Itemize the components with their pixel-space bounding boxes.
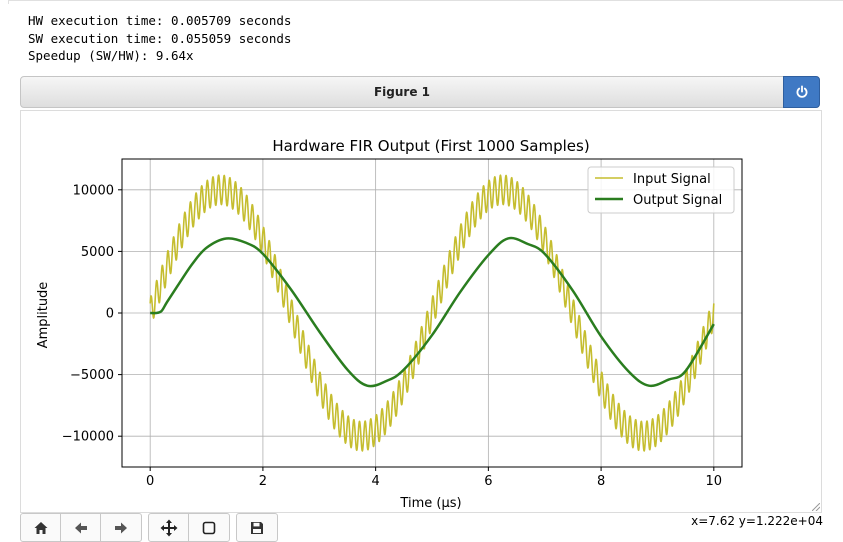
x-tick-label: 4	[371, 474, 379, 489]
chart-title: Hardware FIR Output (First 1000 Samples)	[272, 137, 589, 155]
legend-label-output: Output Signal	[633, 193, 722, 208]
console-output: HW execution time: 0.005709 seconds SW ex…	[28, 12, 291, 65]
power-icon	[796, 85, 807, 98]
y-tick-label: 10000	[73, 183, 114, 198]
zoom-button[interactable]	[189, 514, 229, 541]
close-figure-button[interactable]	[783, 76, 820, 108]
y-tick-label: −10000	[62, 430, 114, 445]
fir-output-chart: Hardware FIR Output (First 1000 Samples)…	[36, 137, 743, 511]
console-line: SW execution time: 0.055059 seconds	[28, 30, 292, 46]
cursor-coordinates: x=7.62 y=1.222e+04	[691, 514, 823, 528]
legend-label-input: Input Signal	[633, 172, 711, 187]
save-icon	[251, 522, 263, 534]
toolbar-group-save	[236, 513, 278, 542]
x-tick-label: 10	[706, 474, 723, 489]
home-icon	[34, 522, 47, 534]
zoom-rect-icon	[202, 521, 216, 535]
x-tick-label: 0	[146, 474, 154, 489]
x-tick-label: 6	[484, 474, 492, 489]
forward-button[interactable]	[101, 514, 141, 541]
figure-title: Figure 1	[373, 85, 431, 99]
back-arrow-icon	[74, 522, 87, 534]
figure-toolbar	[20, 513, 284, 542]
back-button[interactable]	[61, 514, 101, 541]
cell-border	[8, 0, 843, 4]
y-tick-label: 5000	[81, 245, 114, 260]
save-button[interactable]	[237, 514, 277, 541]
legend: Input Signal Output Signal	[587, 166, 735, 214]
console-line: HW execution time: 0.005709 seconds	[28, 13, 292, 28]
x-tick-label: 2	[259, 474, 267, 489]
pan-button[interactable]	[149, 514, 189, 541]
resize-handle[interactable]	[812, 503, 820, 511]
forward-arrow-icon	[115, 522, 127, 534]
y-axis-label: Amplitude	[36, 282, 51, 349]
console-line: Speedup (SW/HW): 9.64x	[28, 48, 194, 63]
move-icon	[160, 519, 177, 537]
y-tick-label: −5000	[70, 368, 114, 383]
ticks: 0 2 4 6 8 10 −10000 −5000 0 5000 10000	[62, 183, 722, 489]
figure-header: Figure 1	[20, 76, 820, 108]
figure-canvas[interactable]: Hardware FIR Output (First 1000 Samples)…	[20, 110, 822, 513]
toolbar-group-navigation	[20, 513, 142, 542]
x-tick-label: 8	[597, 474, 605, 489]
x-axis-label: Time (μs)	[399, 496, 461, 511]
toolbar-group-tools	[148, 513, 230, 542]
home-button[interactable]	[21, 514, 61, 541]
y-tick-label: 0	[106, 307, 114, 322]
